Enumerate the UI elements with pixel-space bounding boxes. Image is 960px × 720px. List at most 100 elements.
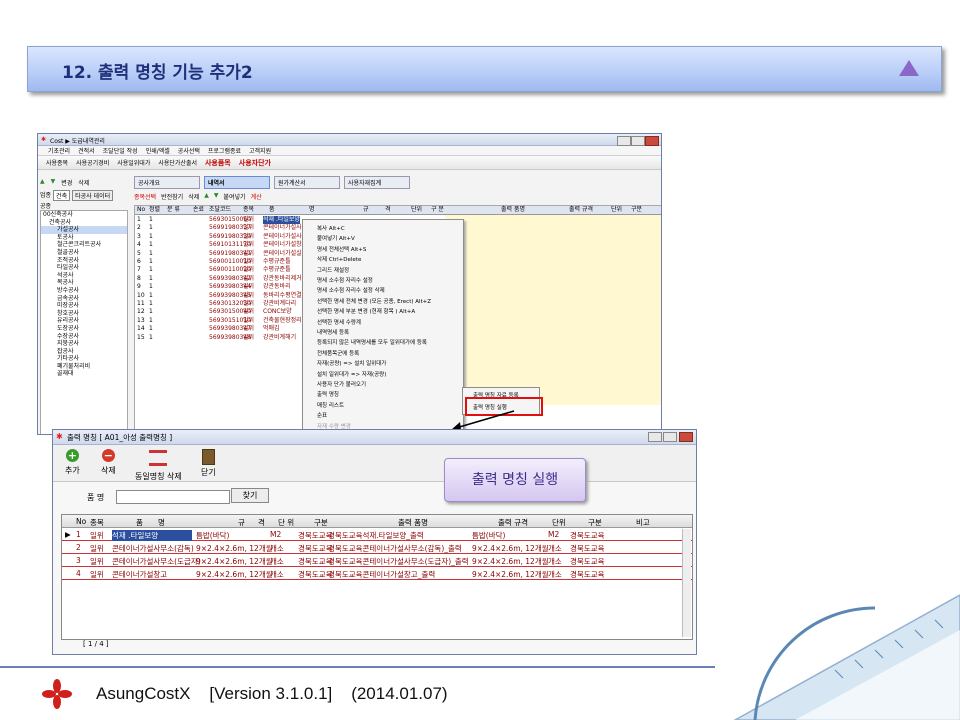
context-menu-item[interactable]: 선택한 명세 부분 변경 (현재 항목 ) Alt+A (317, 307, 415, 315)
minimize-button[interactable] (648, 432, 662, 442)
menu-item[interactable]: 인쇄/엑셀 (146, 146, 170, 155)
tree-node[interactable]: 가설공사 (41, 226, 127, 234)
menu-item[interactable]: 조달단일 작성 (103, 146, 138, 155)
tree-node[interactable]: 수장공사 (41, 333, 127, 341)
context-menu-item[interactable]: 복사 Alt+C (317, 224, 345, 232)
col-header[interactable]: 단위 (411, 206, 422, 214)
close-window-button[interactable]: 닫기 (201, 449, 216, 478)
tree-node[interactable]: 조적공사 (41, 257, 127, 265)
col-header[interactable]: 구분 (631, 206, 642, 214)
arrow-up-icon[interactable]: ▲ (204, 192, 209, 201)
col-header[interactable]: 출력 규격 (498, 517, 528, 528)
select-item-button[interactable]: 종목선택 (134, 192, 156, 201)
tree-node[interactable]: 지붕공사 (41, 340, 127, 348)
col-header[interactable]: 품 (136, 517, 143, 528)
invert-button[interactable]: 반전참기 (161, 192, 183, 201)
maximize-button[interactable] (631, 136, 645, 146)
item-name-input[interactable] (116, 490, 230, 504)
context-menu-item[interactable]: 선택한 명세 전체 변경 (모든 공종, Erect) Alt+Z (317, 297, 431, 305)
table-row[interactable]: 4 일위 콘테이너가설창고 9×2.4×2.6m, 12개월 개소 경북도교육 경북도교육콘… (62, 567, 692, 580)
context-menu-item[interactable]: 명세 전체선택 Alt+S (317, 245, 366, 253)
context-menu-item[interactable]: 명세 소수점 자리수 설정 (317, 276, 373, 284)
col-header[interactable]: 출력 규격 (569, 206, 593, 214)
context-menu-item[interactable]: 그리드 재설정 (317, 266, 349, 274)
tree-node[interactable]: 타일공사 (41, 264, 127, 272)
vertical-scrollbar[interactable] (682, 529, 691, 637)
toolbar-button[interactable]: 사용단가산출서 (158, 158, 197, 167)
col-header[interactable]: 출력 품명 (501, 206, 525, 214)
tab-materials[interactable]: 사용자재집계 (344, 176, 410, 189)
table-row[interactable]: 3 일위 콘테이너가설사무소(도급자) 9×2.4×2.6m, 12개월 개소 경북도교육… (62, 554, 692, 567)
context-menu-item[interactable]: 등록되지 않은 내역명세를 모두 일위대가에 등록 (317, 338, 427, 346)
tree-node[interactable]: 00신축공사 (41, 211, 127, 219)
paste-button[interactable]: 붙여넣기 (223, 192, 245, 201)
table-row[interactable]: ▶ 1 일위 석재 .타일보양 틈밥(바닥) M2 경북도교육 경북도교육석재.타일보양_출력… (62, 528, 692, 541)
triangle-up-icon[interactable] (899, 60, 919, 76)
tree-node[interactable]: 도장공사 (41, 325, 127, 333)
col-header[interactable]: 규 (238, 517, 245, 528)
col-header[interactable]: 격 (258, 517, 265, 528)
tree-node[interactable]: 폐기물처리비 (41, 363, 127, 371)
tree-node[interactable]: 목공사 (41, 279, 127, 287)
context-menu-item[interactable]: 전체품목군에 등록 (317, 349, 359, 357)
arrow-down-icon[interactable]: ▼ (51, 178, 56, 188)
col-header[interactable]: 단 위 (278, 517, 294, 528)
tree-node[interactable]: 석공사 (41, 272, 127, 280)
menu-item[interactable]: 공사선택 (178, 146, 200, 155)
col-header[interactable]: 구 분 (431, 206, 444, 214)
col-header[interactable]: 출력 품명 (398, 517, 428, 528)
other-work-button[interactable]: 타공사 데이터 (72, 190, 114, 201)
context-menu-item[interactable]: 자재(공량) => 설치 일위대가 (317, 359, 386, 367)
toolbar-button[interactable]: 사용자단가 (239, 158, 271, 168)
col-header[interactable]: 격 (385, 206, 391, 214)
col-header[interactable]: 품 (269, 206, 275, 214)
tree-node[interactable]: 유리공사 (41, 317, 127, 325)
minimize-button[interactable] (617, 136, 631, 146)
delete-same-name-button[interactable]: 동일명칭 삭제 (135, 449, 182, 482)
col-header[interactable]: No (137, 206, 145, 214)
context-menu-item[interactable]: 내역명세 등록 (317, 328, 349, 336)
tree-node[interactable]: 잡공사 (41, 348, 127, 356)
tab-cost[interactable]: 원가계산서 (274, 176, 340, 189)
col-header[interactable]: 단위 (552, 517, 566, 528)
context-menu-item[interactable]: 붙여넣기 Alt+V (317, 234, 355, 242)
col-header[interactable]: 손료 (193, 206, 204, 214)
toolbar-button[interactable]: 사용품목 (205, 158, 231, 168)
col-header[interactable]: 조달코드 (209, 206, 231, 214)
delete-button[interactable]: − 삭제 (101, 449, 116, 476)
add-button[interactable]: + 추가 (65, 449, 80, 476)
tab-overview[interactable]: 공사개요 (134, 176, 200, 189)
tree-node[interactable]: 기타공사 (41, 355, 127, 363)
col-header[interactable]: 명 (309, 206, 315, 214)
tree-node[interactable]: 방수공사 (41, 287, 127, 295)
context-menu-item[interactable]: 매칭 리스트 (317, 401, 344, 409)
context-menu-item[interactable]: 명세 소수점 자리수 설정 삭제 (317, 286, 385, 294)
context-menu-item[interactable]: 설치 일위대가 => 자재(공량) (317, 370, 386, 378)
menu-item[interactable]: 견적서 (78, 146, 95, 155)
close-button[interactable] (645, 136, 659, 146)
col-header[interactable]: 구분 (314, 517, 328, 528)
close-button[interactable] (679, 432, 693, 442)
delete-button[interactable]: 삭제 (78, 178, 89, 188)
context-menu-item[interactable]: 삭제 Ctrl+Delete (317, 255, 361, 263)
col-header[interactable]: 분 류 (167, 206, 180, 214)
toolbar-button[interactable]: 사용일위대가 (117, 158, 150, 167)
col-header[interactable]: 종목 (243, 206, 254, 214)
tree-node[interactable]: 골재대 (41, 370, 127, 378)
context-menu-item[interactable]: 선택한 명세 수량계 (317, 318, 361, 326)
table-row[interactable]: 2 일위 콘테이너가설사무소(감독) 9×2.4×2.6m, 12개월 개소 경북도교육 경… (62, 541, 692, 554)
col-header[interactable]: 비고 (636, 517, 650, 528)
col-header[interactable]: 구분 (588, 517, 602, 528)
maximize-button[interactable] (663, 432, 677, 442)
col-header[interactable]: 정렬 (149, 206, 160, 214)
tree-node[interactable]: 미장공사 (41, 302, 127, 310)
tree-node[interactable]: 금속공사 (41, 295, 127, 303)
toolbar-button[interactable]: 사용종목 (46, 158, 68, 167)
tab-statement[interactable]: 내역서 (204, 176, 270, 189)
tree-node[interactable]: 창호공사 (41, 310, 127, 318)
toolbar-button[interactable]: 사용공기경비 (76, 158, 109, 167)
context-menu-item[interactable]: 출력 명칭 (317, 390, 339, 398)
context-menu-item[interactable]: 사용자 단가 불러오기 (317, 380, 366, 388)
menu-item[interactable]: 프로그램종료 (208, 146, 241, 155)
calc-button[interactable]: 계산 (251, 192, 262, 201)
